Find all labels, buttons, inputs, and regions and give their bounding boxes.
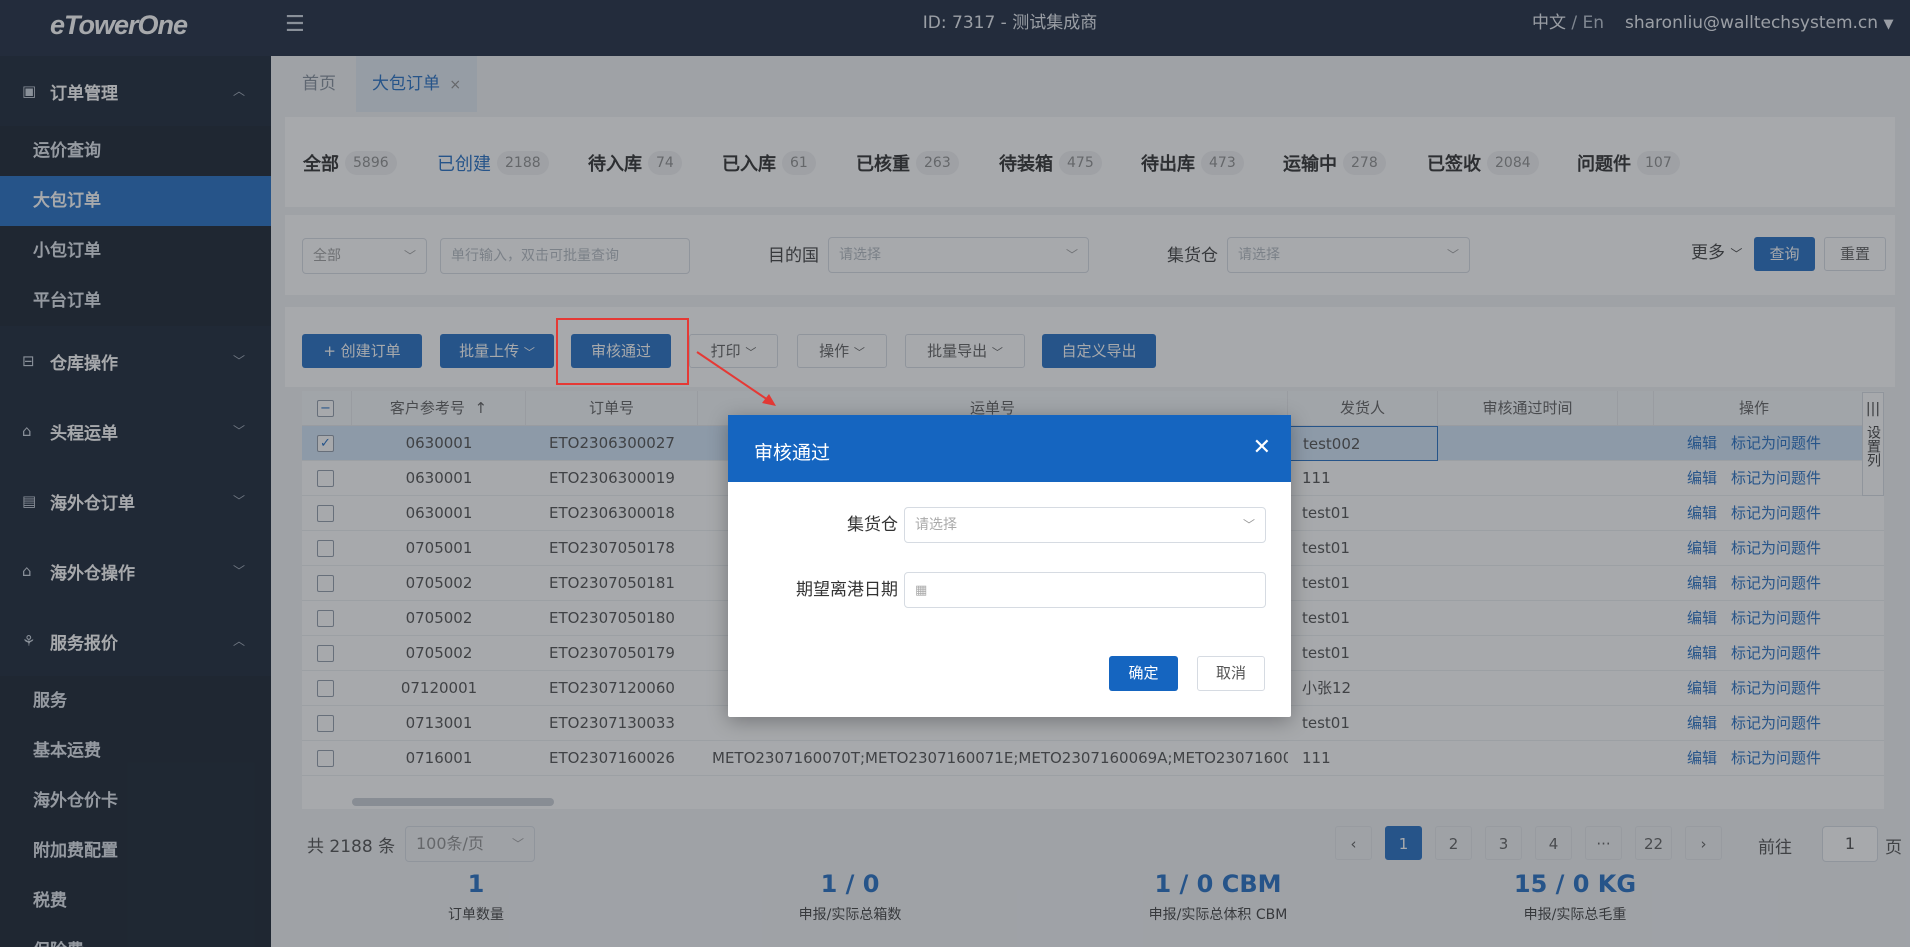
departure-date-label: 期望离港日期 — [796, 580, 898, 600]
confirm-button[interactable]: 确定 — [1109, 656, 1178, 691]
departure-date-input[interactable]: ▦ — [904, 572, 1266, 608]
select-placeholder: 请选择 — [915, 517, 957, 533]
chevron-down-icon: ﹀ — [1242, 518, 1255, 532]
approve-dialog: 审核通过 ✕ 集货仓 请选择 ﹀ 期望离港日期 ▦ 确定 取消 — [728, 415, 1291, 717]
cancel-button[interactable]: 取消 — [1197, 656, 1265, 691]
close-icon[interactable]: ✕ — [1253, 435, 1271, 460]
dialog-header: 审核通过 ✕ — [728, 415, 1291, 482]
hub-field-label: 集货仓 — [847, 515, 898, 535]
dialog-title: 审核通过 — [754, 442, 831, 464]
calendar-icon: ▦ — [915, 583, 928, 598]
hub-field-select[interactable]: 请选择 ﹀ — [904, 507, 1266, 543]
highlight-box — [556, 318, 689, 385]
